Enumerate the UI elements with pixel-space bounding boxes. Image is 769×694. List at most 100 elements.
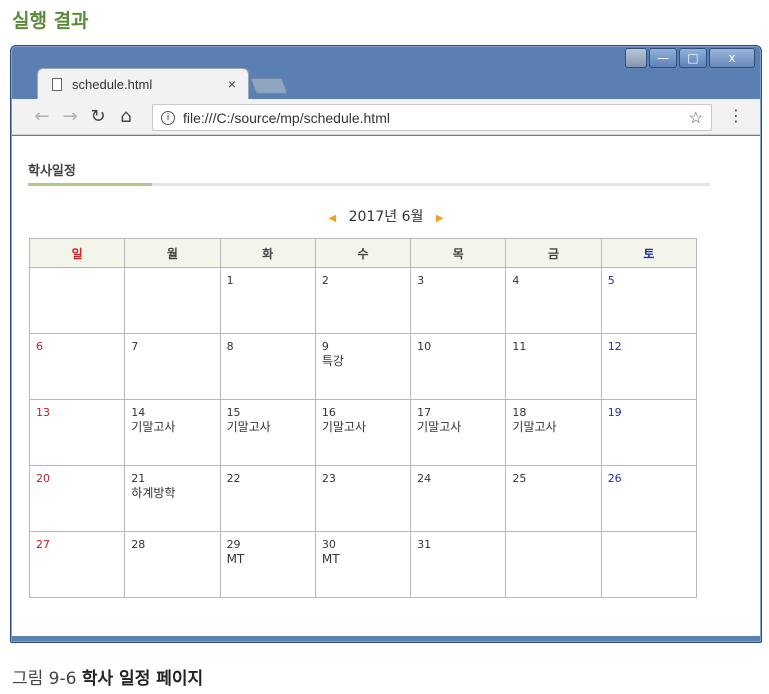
day-number: 17 xyxy=(417,406,432,419)
figure-caption-text: 학사 일정 페이지 xyxy=(81,669,204,689)
new-tab-button[interactable] xyxy=(250,78,288,94)
weekday-header-row: 일 월 화 수 목 금 토 xyxy=(28,238,698,268)
calendar-day-cell[interactable]: 14 기말고사 xyxy=(124,399,221,466)
calendar-day-cell[interactable]: 3 xyxy=(410,267,507,334)
calendar-day-cell[interactable]: 17 기말고사 xyxy=(410,399,507,466)
calendar-day-cell[interactable]: 23 xyxy=(314,465,412,532)
browser-menu-icon[interactable]: ⋮ xyxy=(728,106,744,125)
day-event: 기말고사 xyxy=(321,420,367,434)
weekday-header: 토 xyxy=(600,238,698,268)
reload-icon[interactable]: ↻ xyxy=(84,106,112,127)
day-number: 23 xyxy=(321,472,336,485)
calendar-week-row: 6 7 8 9 특강 10 11 12 xyxy=(28,333,698,400)
calendar-day-cell[interactable] xyxy=(28,267,126,334)
day-number: 2 xyxy=(321,274,329,287)
day-number: 20 xyxy=(36,472,50,485)
book-section-title: 실행 결과 xyxy=(12,10,89,32)
home-icon[interactable]: ⌂ xyxy=(112,106,140,127)
day-number: 14 xyxy=(131,406,146,419)
day-event: 기말고사 xyxy=(512,420,557,434)
weekday-header: 금 xyxy=(505,238,602,268)
day-number: 9 xyxy=(321,340,329,353)
browser-toolbar: ← → ↻ ⌂ i file:///C:/source/mp/schedule.… xyxy=(12,99,760,135)
day-number: 15 xyxy=(226,406,241,419)
day-number: 3 xyxy=(417,274,425,287)
calendar-day-cell[interactable]: 18 기말고사 xyxy=(505,399,602,466)
day-number: 30 xyxy=(321,538,336,551)
calendar-day-cell[interactable] xyxy=(505,531,602,598)
browser-window: — □ x schedule.html × ← → ↻ ⌂ i file:///… xyxy=(10,45,762,643)
address-bar[interactable]: i file:///C:/source/mp/schedule.html ☆ xyxy=(152,104,712,131)
day-number: 7 xyxy=(131,340,139,353)
calendar-day-cell[interactable]: 6 xyxy=(28,333,126,400)
calendar-day-cell[interactable]: 2 xyxy=(314,267,412,334)
day-number: 1 xyxy=(226,274,234,287)
calendar-table: 일 월 화 수 목 금 토 1 2 3 4 5 6 7 8 9 특강 10 11… xyxy=(28,238,698,598)
calendar-day-cell[interactable]: 21 하계방학 xyxy=(124,465,221,532)
heading-divider-accent xyxy=(28,183,152,186)
calendar-day-cell[interactable]: 7 xyxy=(124,333,221,400)
calendar-day-cell[interactable]: 16 기말고사 xyxy=(314,399,412,466)
day-event: 하계방학 xyxy=(131,486,176,500)
calendar-day-cell[interactable] xyxy=(600,531,698,598)
weekday-header: 화 xyxy=(219,238,316,268)
forward-icon[interactable]: → xyxy=(56,106,84,127)
calendar-day-cell[interactable]: 12 xyxy=(600,333,698,400)
calendar-day-cell[interactable]: 22 xyxy=(219,465,316,532)
calendar-day-cell[interactable]: 25 xyxy=(505,465,602,532)
calendar-day-cell[interactable]: 10 xyxy=(410,333,507,400)
day-number: 13 xyxy=(36,406,50,419)
page-content: 학사일정 ◀ 2017년 6월 ▶ 일 월 화 수 목 금 토 1 2 3 4 … xyxy=(12,136,760,636)
calendar-day-cell[interactable]: 28 xyxy=(124,531,221,598)
calendar-day-cell[interactable]: 8 xyxy=(219,333,316,400)
day-number: 10 xyxy=(417,340,432,353)
day-number: 27 xyxy=(36,538,50,551)
calendar-day-cell[interactable]: 5 xyxy=(600,267,698,334)
day-number: 18 xyxy=(512,406,527,419)
calendar-day-cell[interactable]: 30 MT xyxy=(314,531,412,598)
day-number: 31 xyxy=(417,538,432,551)
day-event: 특강 xyxy=(321,354,344,368)
day-number: 22 xyxy=(226,472,241,485)
day-number: 8 xyxy=(226,340,234,353)
calendar-day-cell[interactable]: 15 기말고사 xyxy=(219,399,316,466)
info-icon[interactable]: i xyxy=(161,110,175,125)
month-navigation: ◀ 2017년 6월 ▶ xyxy=(12,206,760,226)
calendar-day-cell[interactable]: 20 xyxy=(28,465,126,532)
weekday-header: 일 xyxy=(28,238,126,268)
calendar-day-cell[interactable]: 26 xyxy=(600,465,698,532)
tab-schedule[interactable]: schedule.html × xyxy=(37,68,249,99)
day-number: 26 xyxy=(607,472,622,485)
day-number: 19 xyxy=(607,406,622,419)
calendar-day-cell[interactable]: 27 xyxy=(28,531,126,598)
calendar-day-cell[interactable]: 29 MT xyxy=(219,531,316,598)
day-number: 11 xyxy=(512,340,527,353)
day-number: 21 xyxy=(131,472,146,485)
bookmark-star-icon[interactable]: ☆ xyxy=(689,108,703,128)
calendar-day-cell[interactable]: 9 특강 xyxy=(314,333,412,400)
calendar-day-cell[interactable]: 24 xyxy=(410,465,507,532)
calendar-day-cell[interactable]: 4 xyxy=(505,267,602,334)
calendar-day-cell[interactable]: 1 xyxy=(219,267,316,334)
day-number: 25 xyxy=(512,472,527,485)
close-tab-icon[interactable]: × xyxy=(228,76,236,92)
calendar-week-row: 13 14 기말고사 15 기말고사 16 기말고사 17 기말고사 18 기말고사 19 xyxy=(28,399,698,466)
day-event: 기말고사 xyxy=(226,420,271,434)
back-icon[interactable]: ← xyxy=(28,106,56,127)
weekday-header: 월 xyxy=(124,238,221,268)
day-number: 4 xyxy=(512,274,520,287)
calendar-day-cell[interactable]: 19 xyxy=(600,399,698,466)
calendar-week-row: 1 2 3 4 5 xyxy=(28,267,698,334)
calendar-day-cell[interactable]: 13 xyxy=(28,399,126,466)
weekday-header: 목 xyxy=(410,238,507,268)
tab-title: schedule.html xyxy=(72,76,153,92)
calendar-day-cell[interactable]: 11 xyxy=(505,333,602,400)
url-text: file:///C:/source/mp/schedule.html xyxy=(183,109,390,126)
next-month-arrow-icon[interactable]: ▶ xyxy=(436,213,444,224)
day-number: 12 xyxy=(607,340,622,353)
calendar-day-cell[interactable]: 31 xyxy=(410,531,507,598)
calendar-day-cell[interactable] xyxy=(124,267,221,334)
day-event: MT xyxy=(321,552,340,566)
day-number: 16 xyxy=(321,406,336,419)
prev-month-arrow-icon[interactable]: ◀ xyxy=(328,213,336,224)
